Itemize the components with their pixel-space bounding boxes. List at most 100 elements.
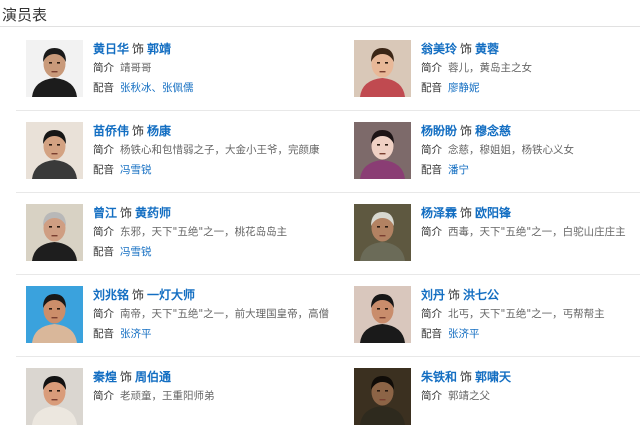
intro-label: 简介 [421,390,442,402]
voice-actor-link[interactable]: 张秋冰、张佩儒 [120,82,194,94]
actor-photo[interactable] [354,368,411,425]
intro-line: 简介 蓉儿，黄岛主之女 [421,58,640,78]
actor-photo[interactable] [26,122,83,179]
actor-name-link[interactable]: 翁美玲 [421,42,457,56]
cast-name-line: 苗侨伟饰杨康 [93,122,316,140]
actor-photo[interactable] [26,40,83,97]
as-label: 饰 [120,370,133,384]
cast-card: 朱铁和饰郭啸天简介 郭靖之父 [344,358,640,440]
voice-actor-link[interactable]: 冯雪锐 [120,164,152,176]
actor-name-link[interactable]: 黄日华 [93,42,129,56]
role-name-link[interactable]: 郭啸天 [475,370,511,384]
role-name-link[interactable]: 黄蓉 [475,42,499,56]
cast-info: 翁美玲饰黄蓉 简介 蓉儿，黄岛主之女 配音 廖静妮 [421,40,640,98]
intro-text: 东邪，天下"五绝"之一，桃花岛岛主 [120,226,288,238]
row-divider [16,192,640,193]
actor-photo[interactable] [354,286,411,343]
intro-label: 简介 [421,144,442,156]
role-name-link[interactable]: 洪七公 [463,288,499,302]
as-label: 饰 [460,370,473,384]
cast-card: 苗侨伟饰杨康 简介 杨铁心和包惜弱之子，大金小王爷，完颜康 配音 冯雪锐 [16,112,320,194]
actor-photo[interactable] [354,204,411,261]
title-divider [0,26,640,27]
actor-name-link[interactable]: 刘兆铭 [93,288,129,302]
cast-info: 秦煌饰周伯通简介 老顽童，王重阳师弟 [93,368,316,406]
actor-name-link[interactable]: 刘丹 [421,288,445,302]
actor-photo[interactable] [26,204,83,261]
actor-name-link[interactable]: 朱铁和 [421,370,457,384]
voice-line: 配音 廖静妮 [421,78,640,98]
cast-card: 曾江饰黄药师 简介 东邪，天下"五绝"之一，桃花岛岛主 配音 冯雪锐 [16,194,316,276]
intro-label: 简介 [421,226,442,238]
intro-label: 简介 [93,308,114,320]
voice-actor-link[interactable]: 潘宁 [448,164,469,176]
voice-actor-link[interactable]: 冯雪锐 [120,246,152,258]
role-name-link[interactable]: 杨康 [147,124,171,138]
cast-card: 秦煌饰周伯通简介 老顽童，王重阳师弟 [16,358,316,440]
voice-line: 配音 冯雪锐 [93,160,316,180]
intro-text: 北丐，天下"五绝"之一，丐帮帮主 [448,308,605,320]
as-label: 饰 [132,42,145,56]
row-divider [16,274,640,275]
intro-line: 简介 北丐，天下"五绝"之一，丐帮帮主 [421,304,640,324]
as-label: 饰 [460,42,473,56]
intro-text: 南帝，天下"五绝"之一，前大理国皇帝，高僧 [120,308,330,320]
actor-photo[interactable] [26,286,83,343]
intro-label: 简介 [421,308,442,320]
cast-card: 翁美玲饰黄蓉 简介 蓉儿，黄岛主之女 配音 廖静妮 [344,30,640,112]
cast-info: 刘丹饰洪七公 简介 北丐，天下"五绝"之一，丐帮帮主 配音 张济平 [421,286,640,344]
role-name-link[interactable]: 周伯通 [135,370,171,384]
intro-text: 郭靖之父 [448,390,490,402]
voice-line: 配音 张济平 [421,324,640,344]
intro-line: 简介 靖哥哥 [93,58,316,78]
voice-line: 配音 张济平 [93,324,316,344]
cast-card: 刘兆铭饰一灯大师 简介 南帝，天下"五绝"之一，前大理国皇帝，高僧 配音 张济平 [16,276,329,358]
actor-photo[interactable] [26,368,83,425]
as-label: 饰 [460,206,473,220]
intro-text: 蓉儿，黄岛主之女 [448,62,532,74]
cast-info: 黄日华饰郭靖 简介 靖哥哥 配音 张秋冰、张佩儒 [93,40,316,98]
voice-actor-link[interactable]: 张济平 [448,328,480,340]
section-title: 演员表 [2,6,48,24]
row-divider [16,110,640,111]
row-divider [16,356,640,357]
intro-line: 简介 郭靖之父 [421,386,640,406]
intro-label: 简介 [93,62,114,74]
intro-label: 简介 [421,62,442,74]
role-name-link[interactable]: 黄药师 [135,206,171,220]
cast-name-line: 刘丹饰洪七公 [421,286,640,304]
actor-name-link[interactable]: 苗侨伟 [93,124,129,138]
intro-text: 西毒，天下"五绝"之一，白驼山庄庄主 [448,226,626,238]
role-name-link[interactable]: 穆念慈 [475,124,511,138]
voice-label: 配音 [421,82,442,94]
role-name-link[interactable]: 欧阳锋 [475,206,511,220]
cast-name-line: 黄日华饰郭靖 [93,40,316,58]
role-name-link[interactable]: 郭靖 [147,42,171,56]
intro-line: 简介 老顽童，王重阳师弟 [93,386,316,406]
intro-line: 简介 西毒，天下"五绝"之一，白驼山庄庄主 [421,222,640,242]
actor-photo[interactable] [354,122,411,179]
cast-name-line: 杨泽霖饰欧阳锋 [421,204,640,222]
actor-name-link[interactable]: 杨盼盼 [421,124,457,138]
cast-name-line: 杨盼盼饰穆念慈 [421,122,640,140]
intro-label: 简介 [93,144,114,156]
voice-actor-link[interactable]: 张济平 [120,328,152,340]
actor-name-link[interactable]: 秦煌 [93,370,117,384]
actor-name-link[interactable]: 曾江 [93,206,117,220]
cast-info: 朱铁和饰郭啸天简介 郭靖之父 [421,368,640,406]
actor-photo[interactable] [354,40,411,97]
cast-name-line: 翁美玲饰黄蓉 [421,40,640,58]
cast-card: 杨盼盼饰穆念慈 简介 念慈，穆姐姐，杨铁心义女 配音 潘宁 [344,112,640,194]
voice-label: 配音 [93,328,114,340]
voice-label: 配音 [93,164,114,176]
intro-line: 简介 杨铁心和包惜弱之子，大金小王爷，完颜康 [93,140,320,160]
actor-name-link[interactable]: 杨泽霖 [421,206,457,220]
cast-info: 苗侨伟饰杨康 简介 杨铁心和包惜弱之子，大金小王爷，完颜康 配音 冯雪锐 [93,122,320,180]
voice-line: 配音 潘宁 [421,160,640,180]
intro-label: 简介 [93,226,114,238]
voice-actor-link[interactable]: 廖静妮 [448,82,480,94]
intro-text: 靖哥哥 [120,62,152,74]
role-name-link[interactable]: 一灯大师 [147,288,195,302]
as-label: 饰 [448,288,461,302]
voice-label: 配音 [421,164,442,176]
